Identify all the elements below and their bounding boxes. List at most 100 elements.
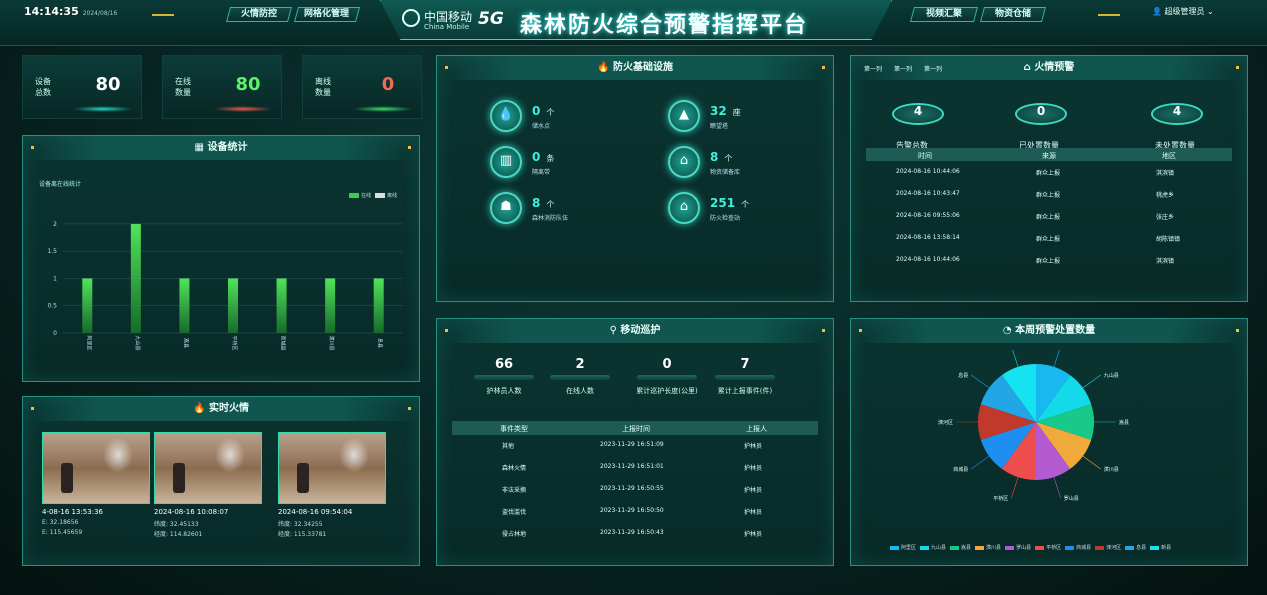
photo-smoke — [339, 437, 369, 473]
table-cell: 2023-11-29 16:51:01 — [600, 463, 664, 470]
table-cell: 2023-11-29 16:50:55 — [600, 485, 664, 492]
column-header: 地区 — [1162, 152, 1176, 160]
legend-item[interactable]: 商城县 — [1065, 545, 1091, 551]
legend-item[interactable]: 息县 — [1125, 545, 1146, 551]
legend-swatch — [1005, 545, 1015, 550]
table-cell: 护林员 — [744, 487, 763, 494]
corner-dot — [822, 329, 825, 332]
panel-title: 防火基础设施 — [612, 62, 673, 73]
stat-glow — [73, 106, 133, 112]
bar-online[interactable] — [130, 223, 141, 333]
checkpoint-icon: ⌂ — [668, 192, 700, 224]
stat-label: 在线 数量 — [175, 77, 191, 97]
panel-title: 实时火情 — [208, 403, 249, 414]
fire-time: 2024-08-16 10:08:07 — [154, 508, 229, 516]
pie-leader-line — [1053, 350, 1060, 367]
header-decoration — [152, 14, 174, 16]
fire-time: 2024-08-16 09:54:04 — [278, 508, 353, 516]
summary-value: 4 — [1172, 104, 1182, 118]
stat-value: 80 — [95, 74, 121, 95]
table-cell: 胡陈镇镇 — [1156, 236, 1181, 243]
clock-time: 14:14:35 — [24, 5, 79, 18]
home-icon: ⌂ — [1023, 62, 1035, 73]
panel-header: ▦ 设备统计 — [23, 136, 419, 160]
pie-label: 息县 — [958, 372, 968, 379]
corner-dot — [859, 329, 862, 332]
legend-item[interactable]: 九山县 — [920, 545, 946, 551]
y-tick-label: 2 — [53, 221, 57, 228]
patrol-stat-bar — [637, 375, 697, 380]
table-cell: 护林员 — [744, 443, 763, 450]
photo-person — [297, 463, 309, 493]
pie-leader-line — [1010, 477, 1019, 499]
infra-unit: 个 — [741, 200, 750, 209]
table-cell: 淇滨镇 — [1156, 170, 1175, 177]
tab-second[interactable]: 第一列 — [894, 64, 912, 73]
legend-swatch — [890, 545, 899, 550]
legend-swatch — [1150, 545, 1160, 550]
x-tick-label: 阿里区 — [85, 335, 92, 350]
patrol-stat-label: 累计上报事件(件) — [717, 387, 773, 395]
column-header: 来源 — [1042, 152, 1056, 160]
warehouse-icon: ⌂ — [668, 146, 700, 178]
patrol-stat-value: 0 — [662, 357, 672, 372]
column-header: 上报人 — [746, 425, 767, 433]
table-cell: 护林员 — [744, 465, 763, 472]
y-tick-label: 1 — [53, 275, 57, 282]
legend-item[interactable]: 嵩县 — [950, 545, 971, 551]
bar-online[interactable] — [179, 278, 190, 333]
pie-leader-line — [971, 374, 990, 389]
warehouse-icon-glyph: ⌂ — [679, 153, 689, 168]
panel-title: 火情预警 — [1034, 62, 1075, 73]
nav-fire-control-label: 火情防控 — [240, 9, 277, 19]
bar-online[interactable] — [228, 278, 238, 333]
infra-label: 防火检查站 — [710, 215, 741, 222]
fire-lng: E: 115.45659 — [42, 529, 83, 536]
legend-label: 潢川县 — [986, 545, 1002, 551]
nav-video[interactable]: 视频汇聚 — [909, 7, 979, 22]
legend-label: 息县 — [1136, 545, 1147, 551]
legend-item[interactable]: 阿里区 — [890, 545, 916, 551]
table-cell: 群众上报 — [1036, 192, 1061, 199]
fire-photo-2[interactable] — [154, 432, 262, 504]
table-cell: 2024-08-16 09:55:06 — [896, 212, 960, 219]
tab-first[interactable]: 第一列 — [864, 64, 882, 73]
pie-legend: 阿里区 九山县 嵩县 潢川县 罗山县 平桥区 商城县 浉河区 息县 新县 — [890, 544, 1175, 551]
legend-label: 阿里区 — [901, 545, 917, 551]
column-header: 上报时间 — [622, 425, 650, 433]
patrol-stat-bar — [474, 375, 534, 380]
fire-photo-3[interactable] — [278, 432, 386, 504]
legend-swatch — [920, 545, 930, 550]
legend-label: 浉河区 — [1106, 545, 1122, 551]
patrol-stat-value: 7 — [740, 357, 750, 372]
table-cell: 2024-08-16 10:44:06 — [896, 256, 960, 263]
legend-item[interactable]: 浉河区 — [1095, 545, 1121, 551]
panel-header: 🔥 实时火情 — [23, 397, 419, 421]
nav-fire-control[interactable]: 火情防控 — [225, 7, 293, 22]
bar-online[interactable] — [276, 278, 287, 333]
device-bar-chart: 0 0.5 1 1.5 2 阿里区 九山县 嵩县 平桥区 商城县 潢川县 息县 — [47, 221, 403, 351]
legend-swatch — [975, 545, 985, 550]
clock-date: 2024/08/16 — [82, 10, 118, 17]
infra-label: 森林消防队伍 — [532, 215, 569, 222]
nav-storage[interactable]: 物资仓储 — [979, 7, 1047, 22]
corner-dot — [445, 66, 448, 69]
stat-glow — [213, 106, 273, 112]
bar-online[interactable] — [82, 278, 93, 333]
fire-lat: 纬度: 32.34255 — [278, 521, 323, 528]
bar-online[interactable] — [373, 278, 384, 333]
legend-item[interactable]: 罗山县 — [1005, 545, 1031, 551]
legend-item[interactable]: 平桥区 — [1035, 545, 1061, 551]
fire-photo-1[interactable] — [42, 432, 150, 504]
legend-label: 商城县 — [1076, 545, 1092, 551]
table-cell: 群众上报 — [1036, 258, 1061, 265]
fire-lng: 经度: 115.33781 — [278, 531, 327, 538]
infra-unit: 个 — [546, 200, 555, 209]
user-menu[interactable]: 👤 超级管理员 ⌄ — [1152, 6, 1214, 17]
legend-item[interactable]: 新县 — [1150, 545, 1171, 551]
nav-grid-management[interactable]: 网格化管理 — [293, 7, 361, 22]
legend-item[interactable]: 潢川县 — [975, 545, 1001, 551]
bar-online[interactable] — [325, 278, 336, 333]
tab-third[interactable]: 第一列 — [924, 64, 942, 73]
corner-dot — [408, 407, 411, 410]
